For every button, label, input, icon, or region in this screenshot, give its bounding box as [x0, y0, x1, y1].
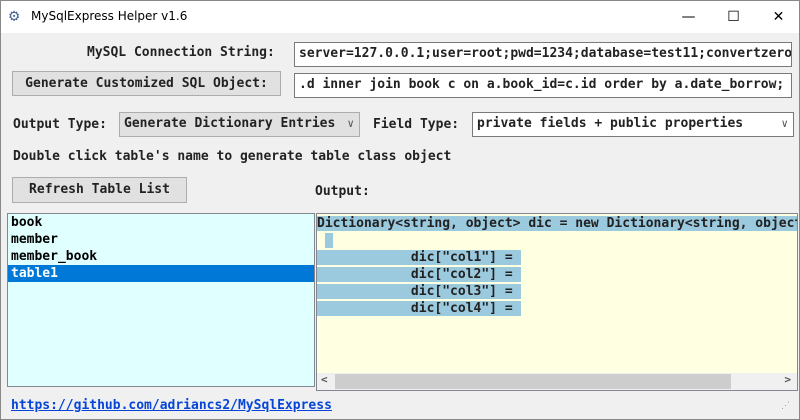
scroll-left-icon[interactable]: < [321, 373, 328, 386]
chevron-down-icon: ∨ [781, 117, 788, 130]
output-line: dic["col3"] = [317, 284, 521, 299]
minimize-button[interactable]: — [666, 1, 711, 33]
output-line: Dictionary<string, object> dic = new Dic… [317, 216, 797, 231]
chevron-down-icon: ∨ [347, 117, 354, 130]
output-line: dic["col2"] = [317, 267, 521, 282]
output-label: Output: [315, 184, 370, 199]
scrollbar-thumb[interactable] [335, 374, 731, 389]
field-type-select[interactable]: private fields + public properties ∨ [472, 112, 794, 137]
field-type-value: private fields + public properties [477, 116, 744, 131]
horizontal-scrollbar[interactable]: < > [317, 373, 797, 390]
table-list-item-selected[interactable]: table1 [8, 265, 314, 282]
github-link[interactable]: https://github.com/adriancs2/MySqlExpres… [11, 398, 332, 413]
output-type-label: Output Type: [13, 117, 107, 132]
window-title: MySqlExpress Helper v1.6 [31, 9, 188, 23]
connection-string-input[interactable]: server=127.0.0.1;user=root;pwd=1234;data… [294, 42, 792, 67]
title-bar: ⚙ MySqlExpress Helper v1.6 — ☐ ✕ [1, 1, 799, 33]
connection-string-label: MySQL Connection String: [87, 45, 275, 60]
app-window: ⚙ MySqlExpress Helper v1.6 — ☐ ✕ MySQL C… [0, 0, 800, 420]
close-button[interactable]: ✕ [756, 1, 800, 33]
output-line [325, 233, 333, 248]
maximize-button[interactable]: ☐ [711, 1, 756, 33]
table-list-item[interactable]: book [8, 214, 314, 231]
output-line: dic["col1"] = [317, 250, 521, 265]
field-type-label: Field Type: [373, 117, 460, 132]
output-line: dic["col4"] = [317, 301, 521, 316]
custom-sql-input[interactable]: .d inner join book c on a.book_id=c.id o… [294, 73, 792, 98]
output-textbox[interactable]: Dictionary<string, object> dic = new Dic… [316, 213, 798, 391]
table-list[interactable]: book member member_book table1 [7, 213, 315, 387]
hint-text: Double click table's name to generate ta… [13, 149, 452, 164]
table-list-item[interactable]: member_book [8, 248, 314, 265]
refresh-table-list-button[interactable]: Refresh Table List [12, 177, 187, 203]
scroll-right-icon[interactable]: > [784, 373, 791, 386]
table-list-item[interactable]: member [8, 231, 314, 248]
generate-custom-sql-button[interactable]: Generate Customized SQL Object: [12, 71, 281, 96]
resize-grip-icon[interactable]: ⋰ [781, 401, 790, 411]
output-type-value: Generate Dictionary Entries [124, 116, 336, 131]
output-type-select[interactable]: Generate Dictionary Entries ∨ [119, 112, 360, 137]
app-gear-icon: ⚙ [9, 6, 20, 26]
